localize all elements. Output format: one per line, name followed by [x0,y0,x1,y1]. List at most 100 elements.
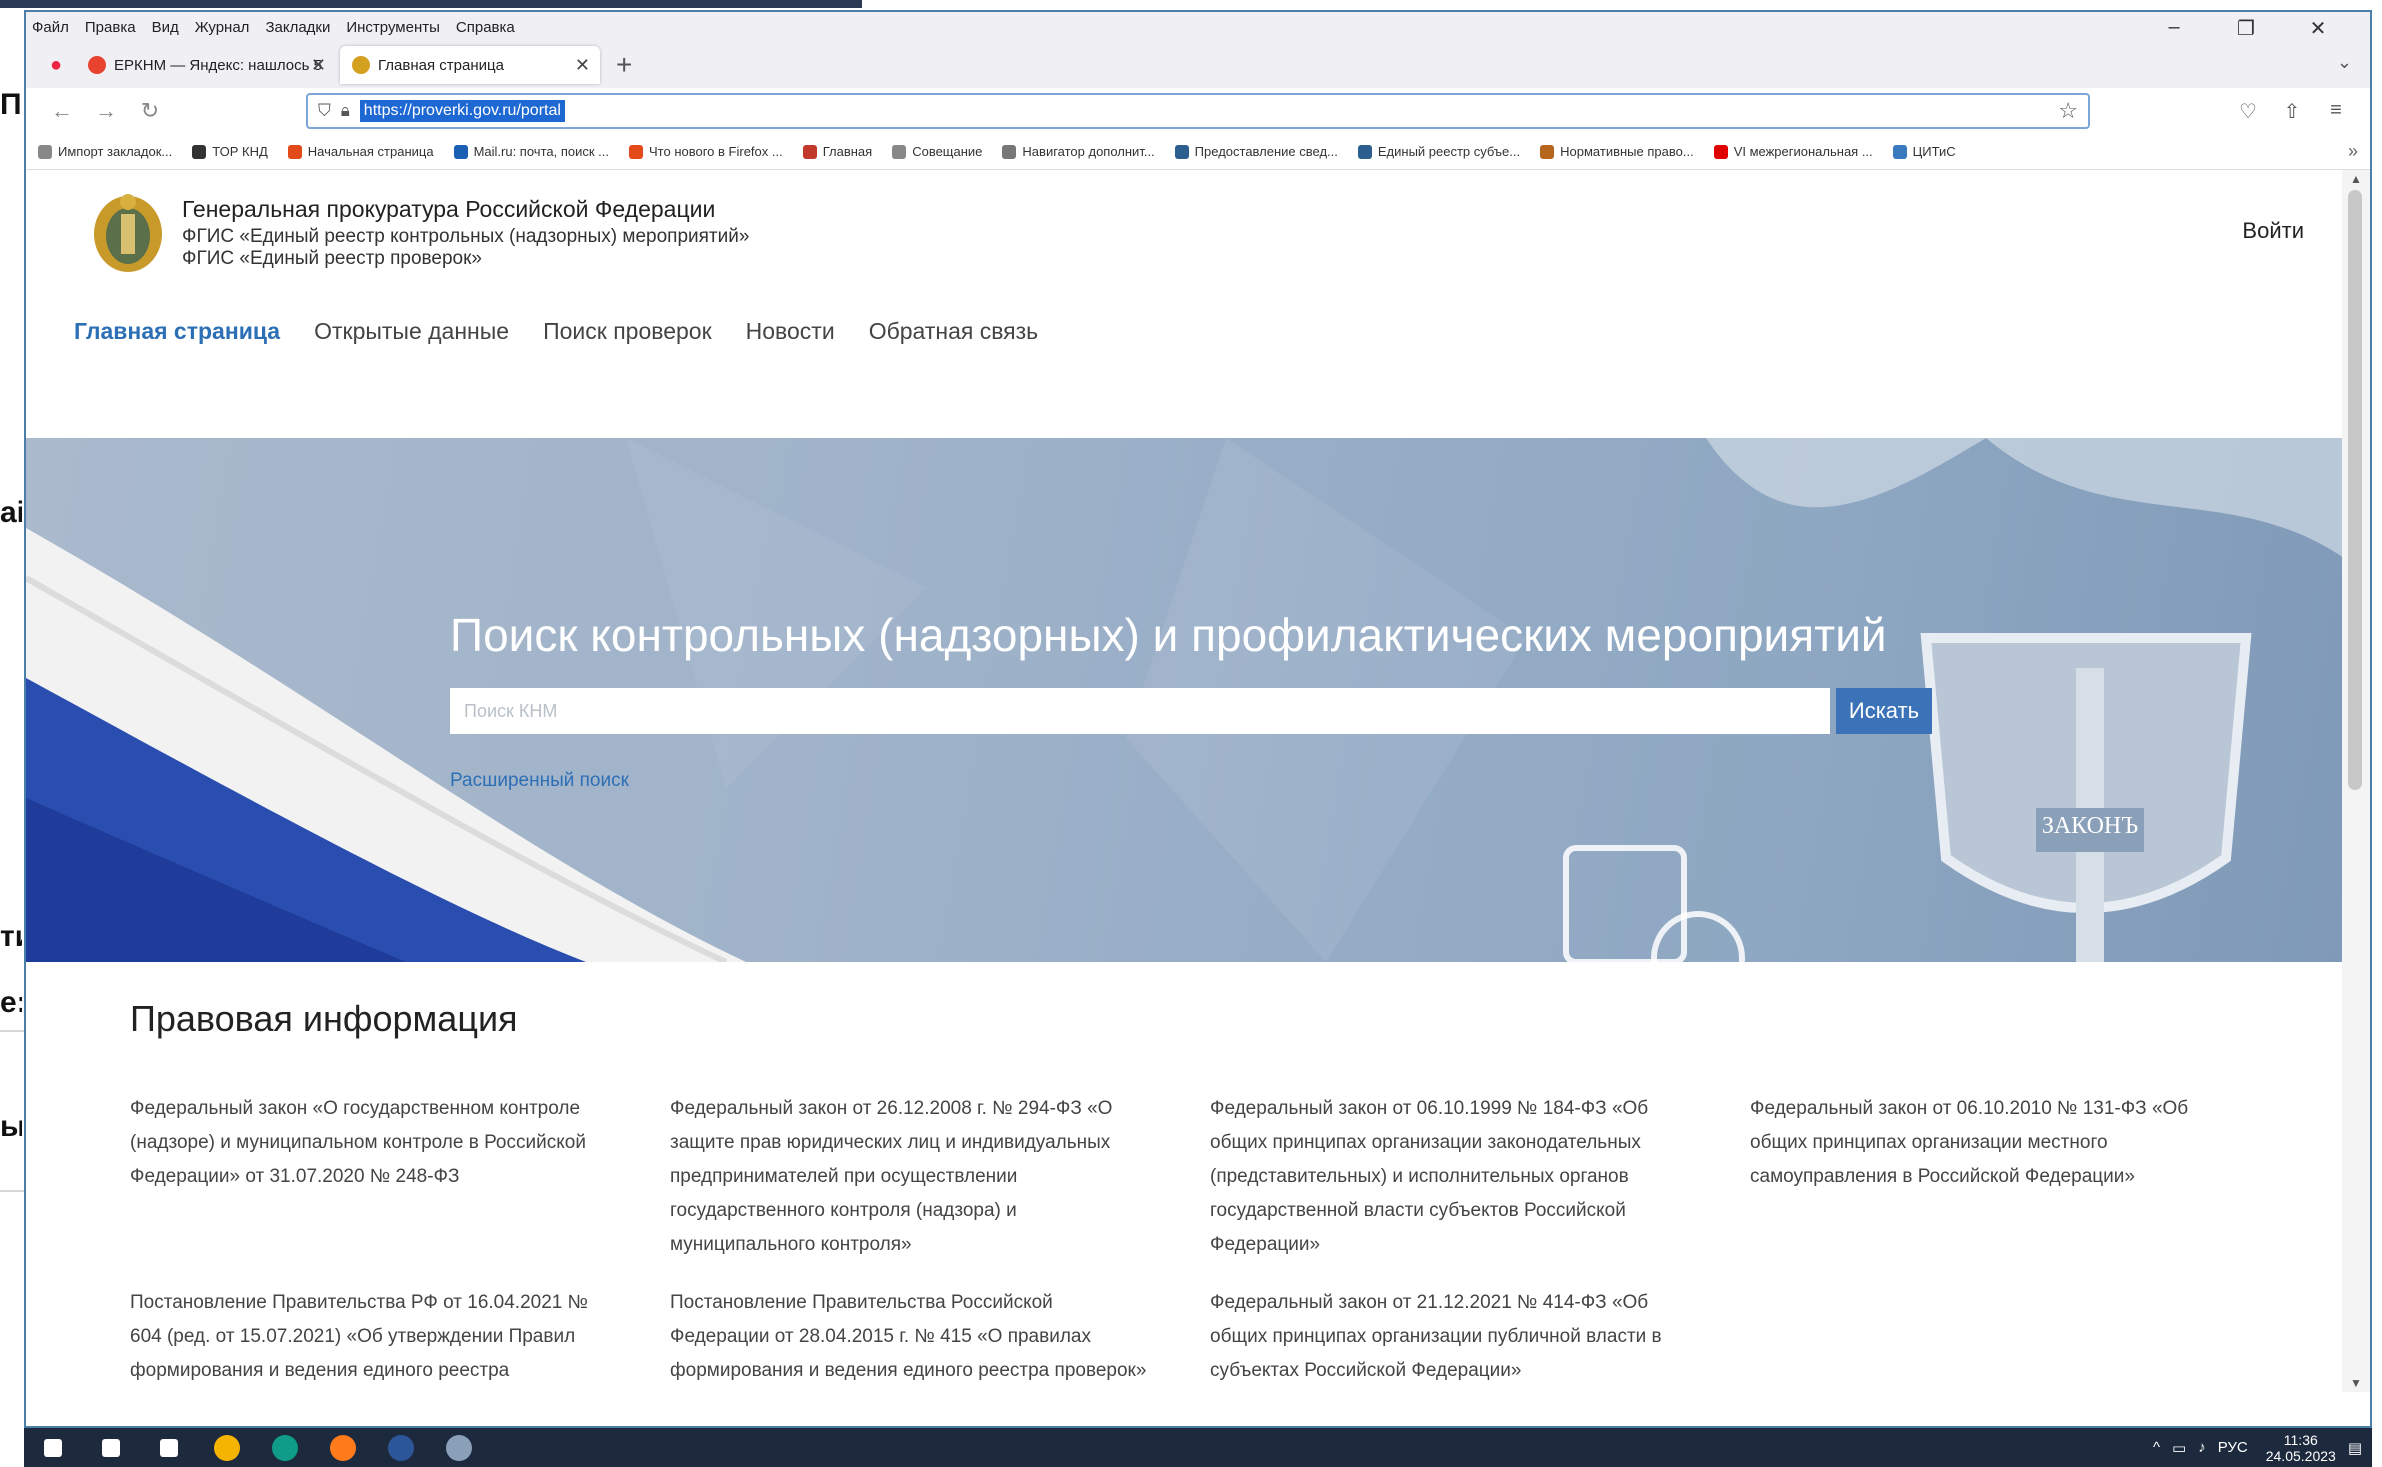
bookmark-label: Предоставление свед... [1194,144,1338,159]
close-window-button[interactable]: ✕ [2290,16,2346,41]
site-navigation: Главная страница Открытые данные Поиск п… [74,318,1072,345]
minimize-button[interactable]: – [2146,16,2202,41]
star-bookmark-icon[interactable]: ☆ [2058,98,2078,124]
edge-icon[interactable] [256,1428,314,1467]
scroll-up-icon[interactable]: ▲ [2342,172,2370,186]
bookmark-item[interactable]: Главная [802,144,873,159]
bookmark-item[interactable]: ЦИТиС [1892,144,1956,159]
knm-search-input[interactable]: Поиск КНМ [450,688,1830,734]
back-arrow-icon[interactable]: ← [40,98,84,124]
network-icon[interactable]: ▭ [2172,1439,2186,1457]
bookmark-item[interactable]: Импорт закладок... [38,144,172,159]
bookmark-item[interactable]: Что нового в Firefox ... [629,144,783,159]
legal-document-link[interactable]: Федеральный закон от 06.10.2010 № 131-ФЗ… [1750,1092,2230,1194]
new-tab-icon[interactable]: + [616,49,632,81]
bookmark-item[interactable]: ТОР КНД [192,144,268,159]
legal-document-link[interactable]: Федеральный закон «О государственном кон… [130,1092,610,1194]
page-scrollbar[interactable]: ▲ ▼ [2342,170,2370,1392]
notifications-icon[interactable]: ▤ [2348,1439,2362,1457]
menu-edit[interactable]: Правка [85,19,136,36]
bookmark-item[interactable]: Mail.ru: почта, поиск ... [453,144,609,159]
maximize-button[interactable]: ❐ [2218,16,2274,41]
lock-icon[interactable]: 🔒︎ [341,101,350,121]
forward-arrow-icon[interactable]: → [84,98,128,124]
legal-document-link[interactable]: Федеральный закон от 26.12.2008 г. № 294… [670,1092,1150,1262]
menu-tools[interactable]: Инструменты [346,19,440,36]
legal-document-link[interactable]: Федеральный закон от 06.10.1999 № 184-ФЗ… [1210,1092,1690,1262]
url-text[interactable]: https://proverki.gov.ru/portal [359,100,565,122]
scrollbar-thumb[interactable] [2348,190,2362,790]
nav-news[interactable]: Новости [746,318,835,345]
firefox-view-icon[interactable]: ● [36,54,76,77]
background-text-fragment: ы [0,1110,22,1143]
shield-law-text: ЗАКОНЪ [2041,813,2139,839]
system-tray: ^ ▭ ♪ РУС 11:36 24.05.2023 ▤ [2141,1432,2362,1464]
bookmark-item[interactable]: Предоставление свед... [1174,144,1338,159]
legal-document-link[interactable]: Постановление Правительства РФ от 16.04.… [130,1286,610,1392]
bookmark-favicon-icon [453,144,468,159]
windows-start-icon[interactable] [24,1428,82,1467]
menu-bar: Файл Правка Вид Журнал Закладки Инструме… [26,12,2370,42]
menu-file[interactable]: Файл [32,19,69,36]
bookmark-label: Mail.ru: почта, поиск ... [473,144,609,159]
bookmark-item[interactable]: VI межрегиональная ... [1713,144,1873,159]
bookmark-item[interactable]: Совещание [892,144,982,159]
bookmark-item[interactable]: Нормативные право... [1540,144,1694,159]
hamburger-menu-icon[interactable]: ≡ [2314,99,2358,124]
chevron-right-icon[interactable]: » [2348,141,2358,162]
menu-history[interactable]: Журнал [195,19,250,36]
search-icon[interactable] [82,1428,140,1467]
taskbar-app-glyph [388,1434,414,1461]
shield-icon[interactable]: ⛉ [318,101,331,121]
nav-open-data[interactable]: Открытые данные [314,318,509,345]
close-tab-icon[interactable]: ✕ [311,55,326,76]
nav-home[interactable]: Главная страница [74,318,280,345]
taskbar-app-glyph [102,1438,120,1457]
advanced-search-link[interactable]: Расширенный поиск [450,770,629,792]
menu-view[interactable]: Вид [152,19,179,36]
toolbar-right: ♡ ⇧ ≡ [2226,99,2358,124]
tab-title: Главная страница [378,56,504,74]
pocket-icon[interactable]: ♡ [2226,99,2270,124]
bookmark-label: Главная [822,144,873,159]
chrome-icon[interactable] [198,1428,256,1467]
chevron-up-icon[interactable]: ^ [2153,1439,2160,1456]
taskbar-app-glyph [330,1434,356,1461]
legal-document-link[interactable]: Федеральный закон от 21.12.2021 № 414-ФЗ… [1210,1286,1690,1388]
search-button[interactable]: Искать [1836,688,1932,734]
site-header: Генеральная прокуратура Российской Федер… [26,170,2344,345]
extensions-icon[interactable]: ⇧ [2270,99,2314,124]
bookmark-item[interactable]: Единый реестр субъе... [1357,144,1520,159]
tab-yandex[interactable]: ЕРКНМ — Яндекс: нашлось 5 ✕ [76,46,336,84]
nav-feedback[interactable]: Обратная связь [869,318,1038,345]
bookmark-favicon-icon [192,144,207,159]
menu-help[interactable]: Справка [456,19,515,36]
scroll-down-icon[interactable]: ▼ [2342,1376,2370,1390]
app-icon[interactable] [430,1428,488,1467]
volume-icon[interactable]: ♪ [2198,1439,2206,1456]
clock-time: 11:36 [2283,1431,2318,1448]
clock[interactable]: 11:36 24.05.2023 [2266,1432,2336,1464]
url-bar[interactable]: ⛉ 🔒︎ https://proverki.gov.ru/portal ☆ [306,93,2090,129]
bookmark-item[interactable]: Начальная страница [287,144,434,159]
windows-taskbar: ^ ▭ ♪ РУС 11:36 24.05.2023 ▤ [24,1428,2372,1467]
background-text-fragment: ПІ [0,88,22,121]
firefox-icon[interactable] [314,1428,372,1467]
prosecutor-emblem-icon [94,194,162,272]
reload-icon[interactable]: ↻ [128,98,172,124]
bookmark-favicon-icon [38,144,52,159]
close-tab-icon[interactable]: ✕ [575,55,590,76]
word-icon[interactable] [372,1428,430,1467]
menu-bookmarks[interactable]: Закладки [265,19,330,36]
bookmark-label: Навигатор дополнит... [1022,144,1155,159]
chevron-down-icon[interactable]: ⌄ [2337,52,2352,73]
language-indicator[interactable]: РУС [2218,1439,2248,1456]
legal-document-link[interactable]: Постановление Правительства Российской Ф… [670,1286,1150,1388]
legal-info-title: Правовая информация [130,998,518,1039]
nav-search-inspections[interactable]: Поиск проверок [543,318,712,345]
bookmark-item[interactable]: Навигатор дополнит... [1002,144,1155,159]
taskbar-app-glyph [160,1438,178,1457]
login-link[interactable]: Войти [2242,218,2304,244]
tab-main-page[interactable]: Главная страница ✕ [340,46,600,84]
task-view-icon[interactable] [140,1428,198,1467]
